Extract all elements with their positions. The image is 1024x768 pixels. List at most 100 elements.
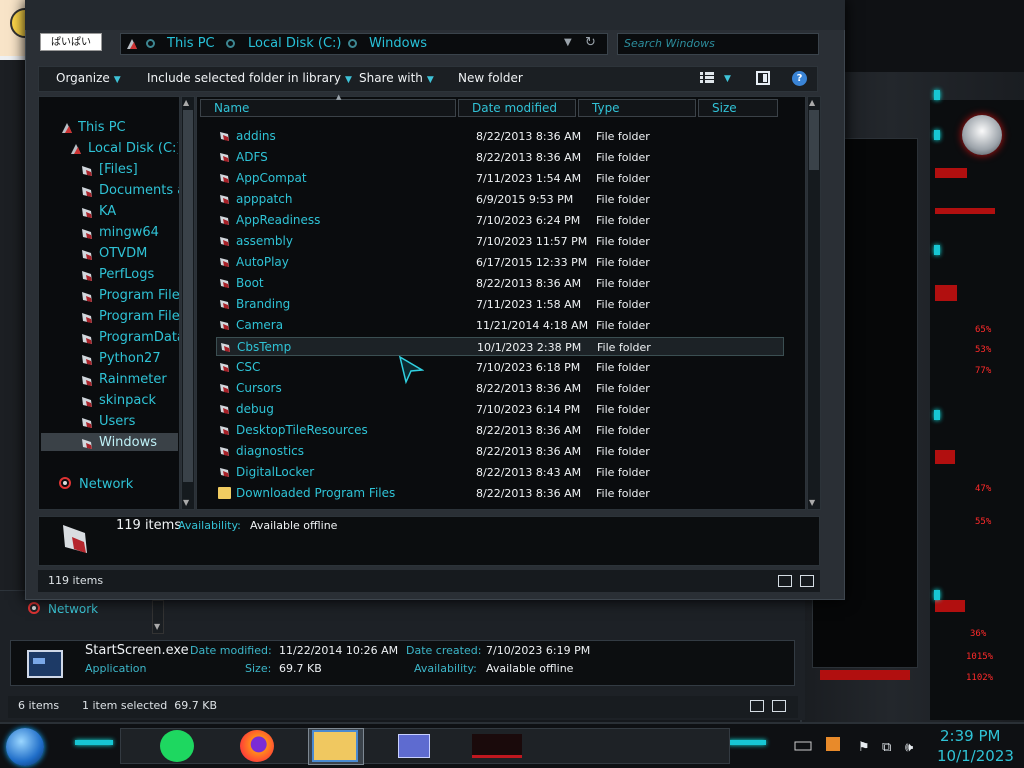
nav-item-network[interactable]: Network	[79, 477, 133, 492]
scroll-up-arrow-icon[interactable]: ▲	[809, 98, 815, 107]
file-row[interactable]: debug 7/10/2023 6:14 PM File folder	[216, 400, 784, 419]
details-availability-value: Available offline	[250, 519, 338, 532]
column-header-date-modified[interactable]: Date modified	[458, 99, 576, 117]
spotify-icon[interactable]	[160, 730, 194, 762]
scroll-up-arrow-icon[interactable]: ▲	[183, 98, 189, 107]
preview-pane-icon[interactable]	[756, 71, 770, 85]
file-row[interactable]: Branding 7/11/2023 1:58 AM File folder	[216, 295, 784, 314]
nav-item-folder[interactable]: Program Files	[99, 288, 179, 303]
file-row[interactable]: AutoPlay 6/17/2015 12:33 PM File folder	[216, 253, 784, 272]
large-icons-view-icon[interactable]	[800, 575, 814, 587]
file-row[interactable]: AppCompat 7/11/2023 1:54 AM File folder	[216, 169, 784, 188]
breadcrumb-local-disk[interactable]: Local Disk (C:)	[248, 36, 341, 51]
details-view-icon[interactable]	[778, 575, 792, 587]
search-input[interactable]: Search Windows	[617, 33, 819, 55]
file-row[interactable]: Downloaded Program Files 8/22/2013 8:36 A…	[216, 484, 784, 503]
navigation-scroll-thumb[interactable]	[183, 110, 193, 482]
file-name: AppReadiness	[236, 213, 321, 227]
large-icons-view-icon[interactable]	[772, 700, 786, 712]
scroll-down-arrow-icon[interactable]: ▼	[183, 498, 189, 507]
nav-item-folder[interactable]: Python27	[99, 351, 179, 366]
file-row[interactable]: CSC 7/10/2023 6:18 PM File folder	[216, 358, 784, 377]
file-type: File folder	[596, 151, 650, 164]
chevron-down-icon: ▼	[426, 75, 434, 85]
volume-icon[interactable]: 🕪	[905, 740, 913, 755]
change-view-icon[interactable]	[700, 72, 714, 84]
share-with-button[interactable]: Share with ▼	[359, 71, 434, 85]
nav-item-folder[interactable]: Users	[99, 414, 179, 429]
folder-icon	[219, 383, 230, 394]
file-row[interactable]: AppReadiness 7/10/2023 6:24 PM File folder	[216, 211, 784, 230]
column-header-size[interactable]: Size	[698, 99, 778, 117]
column-header-type[interactable]: Type	[578, 99, 696, 117]
file-list-scroll-thumb[interactable]	[809, 110, 819, 170]
clock-time[interactable]: 2:39 PM	[940, 727, 1000, 745]
view-options-chevron-icon[interactable]: ▼	[724, 74, 731, 84]
file-row[interactable]: Cursors 8/22/2013 8:36 AM File folder	[216, 379, 784, 398]
control-panel-icon[interactable]	[398, 734, 430, 758]
file-row[interactable]: Camera 11/21/2014 4:18 AM File folder	[216, 316, 784, 335]
file-row[interactable]: DesktopTileResources 8/22/2013 8:36 AM Fil…	[216, 421, 784, 440]
nav-item-local-disk[interactable]: Local Disk (C:)	[88, 141, 178, 156]
breadcrumb-separator-icon[interactable]	[226, 39, 235, 48]
details-file-kind: Application	[85, 662, 147, 675]
nav-item-folder[interactable]: Documents ar	[99, 183, 179, 198]
scroll-down-arrow-icon[interactable]: ▼	[809, 498, 815, 507]
file-row[interactable]: Boot 8/22/2013 8:36 AM File folder	[216, 274, 784, 293]
breadcrumb-windows[interactable]: Windows	[369, 36, 427, 51]
nav-item-folder[interactable]: Windows	[99, 435, 179, 450]
help-icon[interactable]: ?	[792, 71, 807, 86]
flag-icon[interactable]: ⚑	[858, 740, 870, 755]
breadcrumb-separator-icon[interactable]	[348, 39, 357, 48]
alienware-icon[interactable]	[472, 734, 522, 758]
nav-item-folder[interactable]: ProgramData	[99, 330, 179, 345]
file-type: File folder	[596, 403, 650, 416]
nav-item-folder[interactable]: skinpack	[99, 393, 179, 408]
breadcrumb-this-pc[interactable]: This PC	[167, 36, 215, 51]
file-row[interactable]: ADFS 8/22/2013 8:36 AM File folder	[216, 148, 784, 167]
nav-item-folder[interactable]: Rainmeter	[99, 372, 179, 387]
keyboard-icon[interactable]	[793, 740, 813, 752]
file-row[interactable]: apppatch 6/9/2015 9:53 PM File folder	[216, 190, 784, 209]
file-row[interactable]: CbsTemp 10/1/2023 2:38 PM File folder	[216, 337, 784, 356]
file-name: Branding	[236, 297, 291, 311]
back-nav-network[interactable]: Network	[48, 602, 98, 616]
include-in-library-button[interactable]: Include selected folder in library ▼	[147, 71, 352, 85]
drive-icon	[126, 38, 138, 50]
file-row[interactable]: addins 8/22/2013 8:36 AM File folder	[216, 127, 784, 146]
breadcrumb-separator-icon[interactable]	[146, 39, 155, 48]
nav-item-folder[interactable]: mingw64	[99, 225, 179, 240]
file-row[interactable]: diagnostics 8/22/2013 8:36 AM File folder	[216, 442, 784, 461]
clock-date[interactable]: 10/1/2023	[937, 747, 1014, 765]
alien-readout: 47%	[975, 484, 992, 494]
chevron-down-icon: ▼	[113, 75, 121, 85]
details-view-icon[interactable]	[750, 700, 764, 712]
nav-item-folder[interactable]: KA	[99, 204, 179, 219]
nav-item-folder[interactable]: PerfLogs	[99, 267, 179, 282]
column-header-name[interactable]: Name	[200, 99, 456, 117]
nav-item-folder[interactable]: Program Files	[99, 309, 179, 324]
refresh-icon[interactable]: ↻	[585, 35, 596, 50]
file-row[interactable]: DigitalLocker 8/22/2013 8:43 AM File folde…	[216, 463, 784, 482]
tray-app-icon[interactable]	[826, 737, 840, 751]
window-titlebar[interactable]	[25, 0, 845, 30]
start-button[interactable]	[6, 728, 44, 766]
nav-item-folder[interactable]: [Files]	[99, 162, 179, 177]
new-folder-button[interactable]: New folder	[458, 71, 523, 85]
nav-item-folder[interactable]: OTVDM	[99, 246, 179, 261]
scroll-down-arrow-icon[interactable]: ▼	[154, 622, 160, 631]
file-name: Boot	[236, 276, 264, 290]
folder-icon	[219, 257, 230, 268]
nav-item-this-pc[interactable]: This PC	[78, 120, 126, 135]
details-created-value: 7/10/2023 6:19 PM	[486, 644, 591, 657]
folder-icon	[81, 228, 93, 240]
folder-icon	[81, 312, 93, 324]
firefox-icon[interactable]	[240, 730, 274, 762]
file-row[interactable]: assembly 7/10/2023 11:57 PM File folder	[216, 232, 784, 251]
network-tray-icon[interactable]: ⧉	[882, 740, 891, 755]
file-date-modified: 8/22/2013 8:36 AM	[476, 382, 582, 395]
file-type: File folder	[596, 445, 650, 458]
organize-button[interactable]: Organize ▼	[56, 71, 121, 85]
file-explorer-icon[interactable]	[312, 730, 358, 762]
address-dropdown-icon[interactable]: ▼	[564, 37, 572, 48]
